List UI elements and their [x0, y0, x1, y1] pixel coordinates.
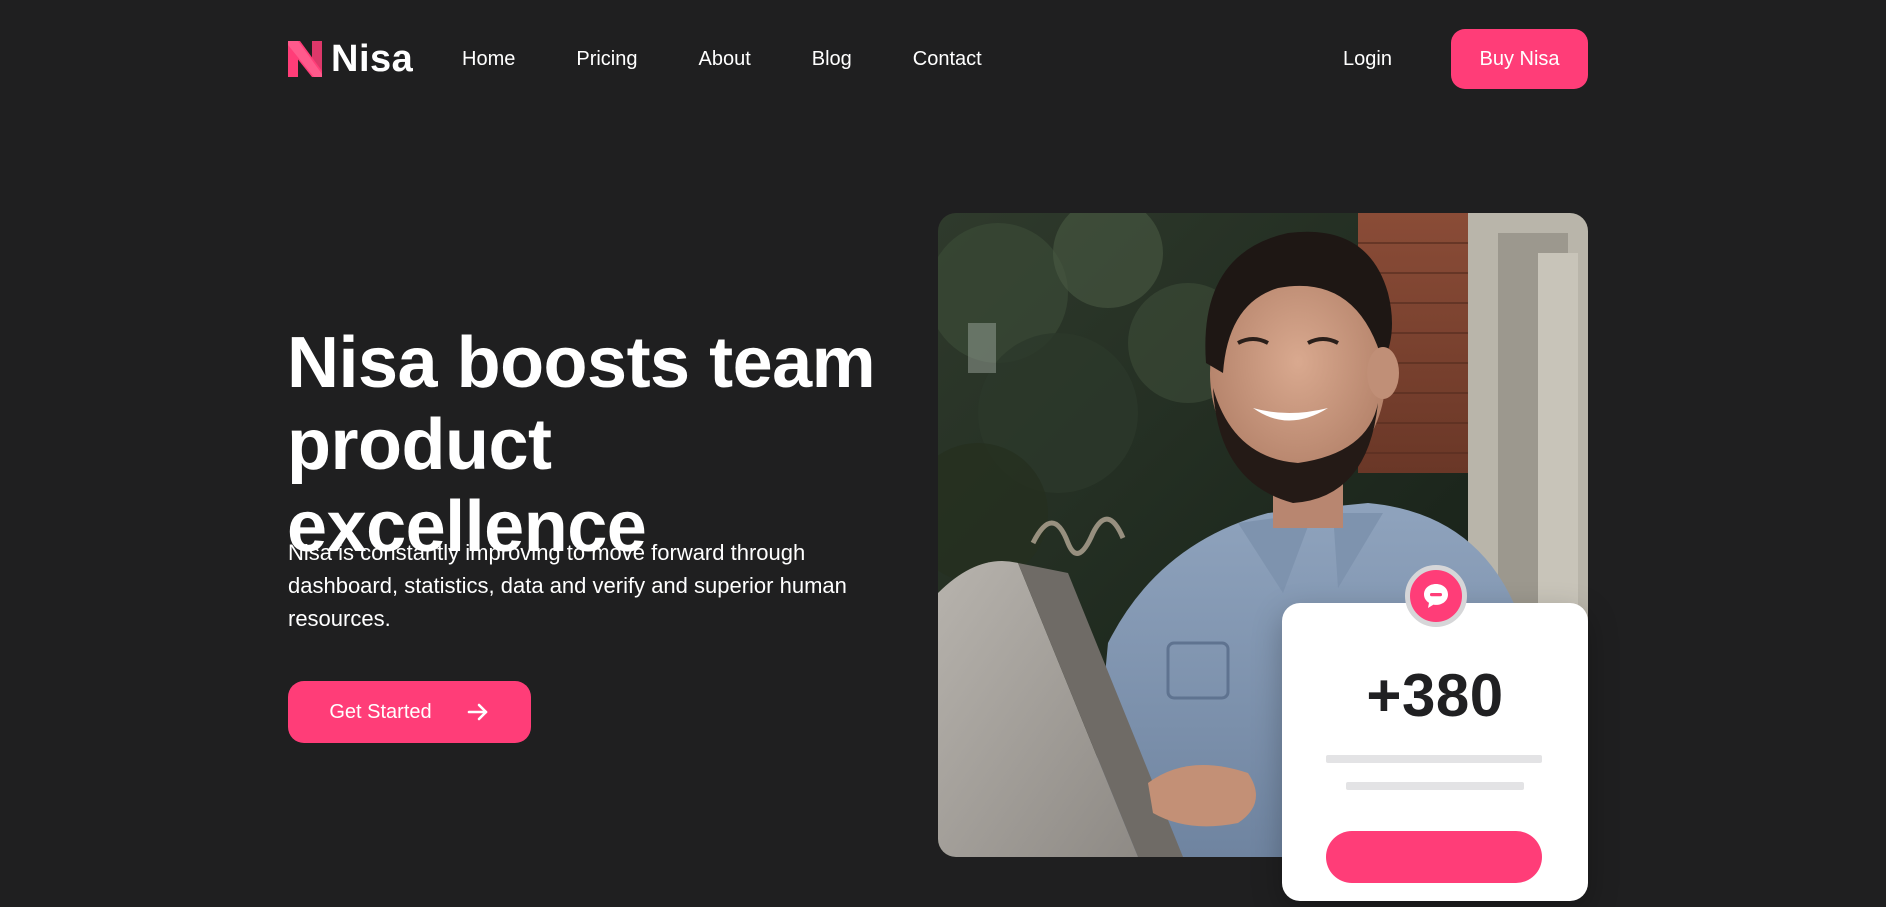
nisa-n-logo-icon	[288, 41, 322, 77]
stat-value: +380	[1366, 662, 1504, 729]
brand-logo[interactable]: Nisa	[288, 36, 413, 82]
hero-title: Nisa boosts team product excellence	[287, 322, 927, 568]
navbar: Nisa Home Pricing About Blog Contact Log…	[0, 0, 1886, 118]
get-started-label: Get Started	[329, 700, 432, 723]
main-nav: Home Pricing About Blog Contact	[462, 45, 1043, 73]
arrow-right-icon	[467, 703, 487, 721]
nav-item-contact[interactable]: Contact	[913, 45, 982, 73]
hero-subtitle: Nisa is constantly improving to move for…	[288, 540, 847, 631]
chat-badge	[1405, 565, 1467, 627]
login-link[interactable]: Login	[1343, 45, 1392, 73]
nav-item-blog[interactable]: Blog	[812, 45, 852, 73]
hero-title-line-1: Nisa boosts team	[287, 323, 876, 403]
stat-placeholder-line	[1346, 782, 1524, 790]
nav-item-about[interactable]: About	[699, 45, 751, 73]
nav-item-pricing[interactable]: Pricing	[576, 45, 637, 73]
stat-card-button[interactable]	[1326, 831, 1542, 883]
chat-bubble-icon	[1424, 584, 1448, 608]
buy-nisa-button[interactable]: Buy Nisa	[1451, 29, 1588, 89]
nav-item-home[interactable]: Home	[462, 45, 515, 73]
get-started-button[interactable]: Get Started	[288, 681, 531, 743]
stat-placeholder-line	[1326, 755, 1542, 763]
brand-name: Nisa	[331, 38, 414, 80]
